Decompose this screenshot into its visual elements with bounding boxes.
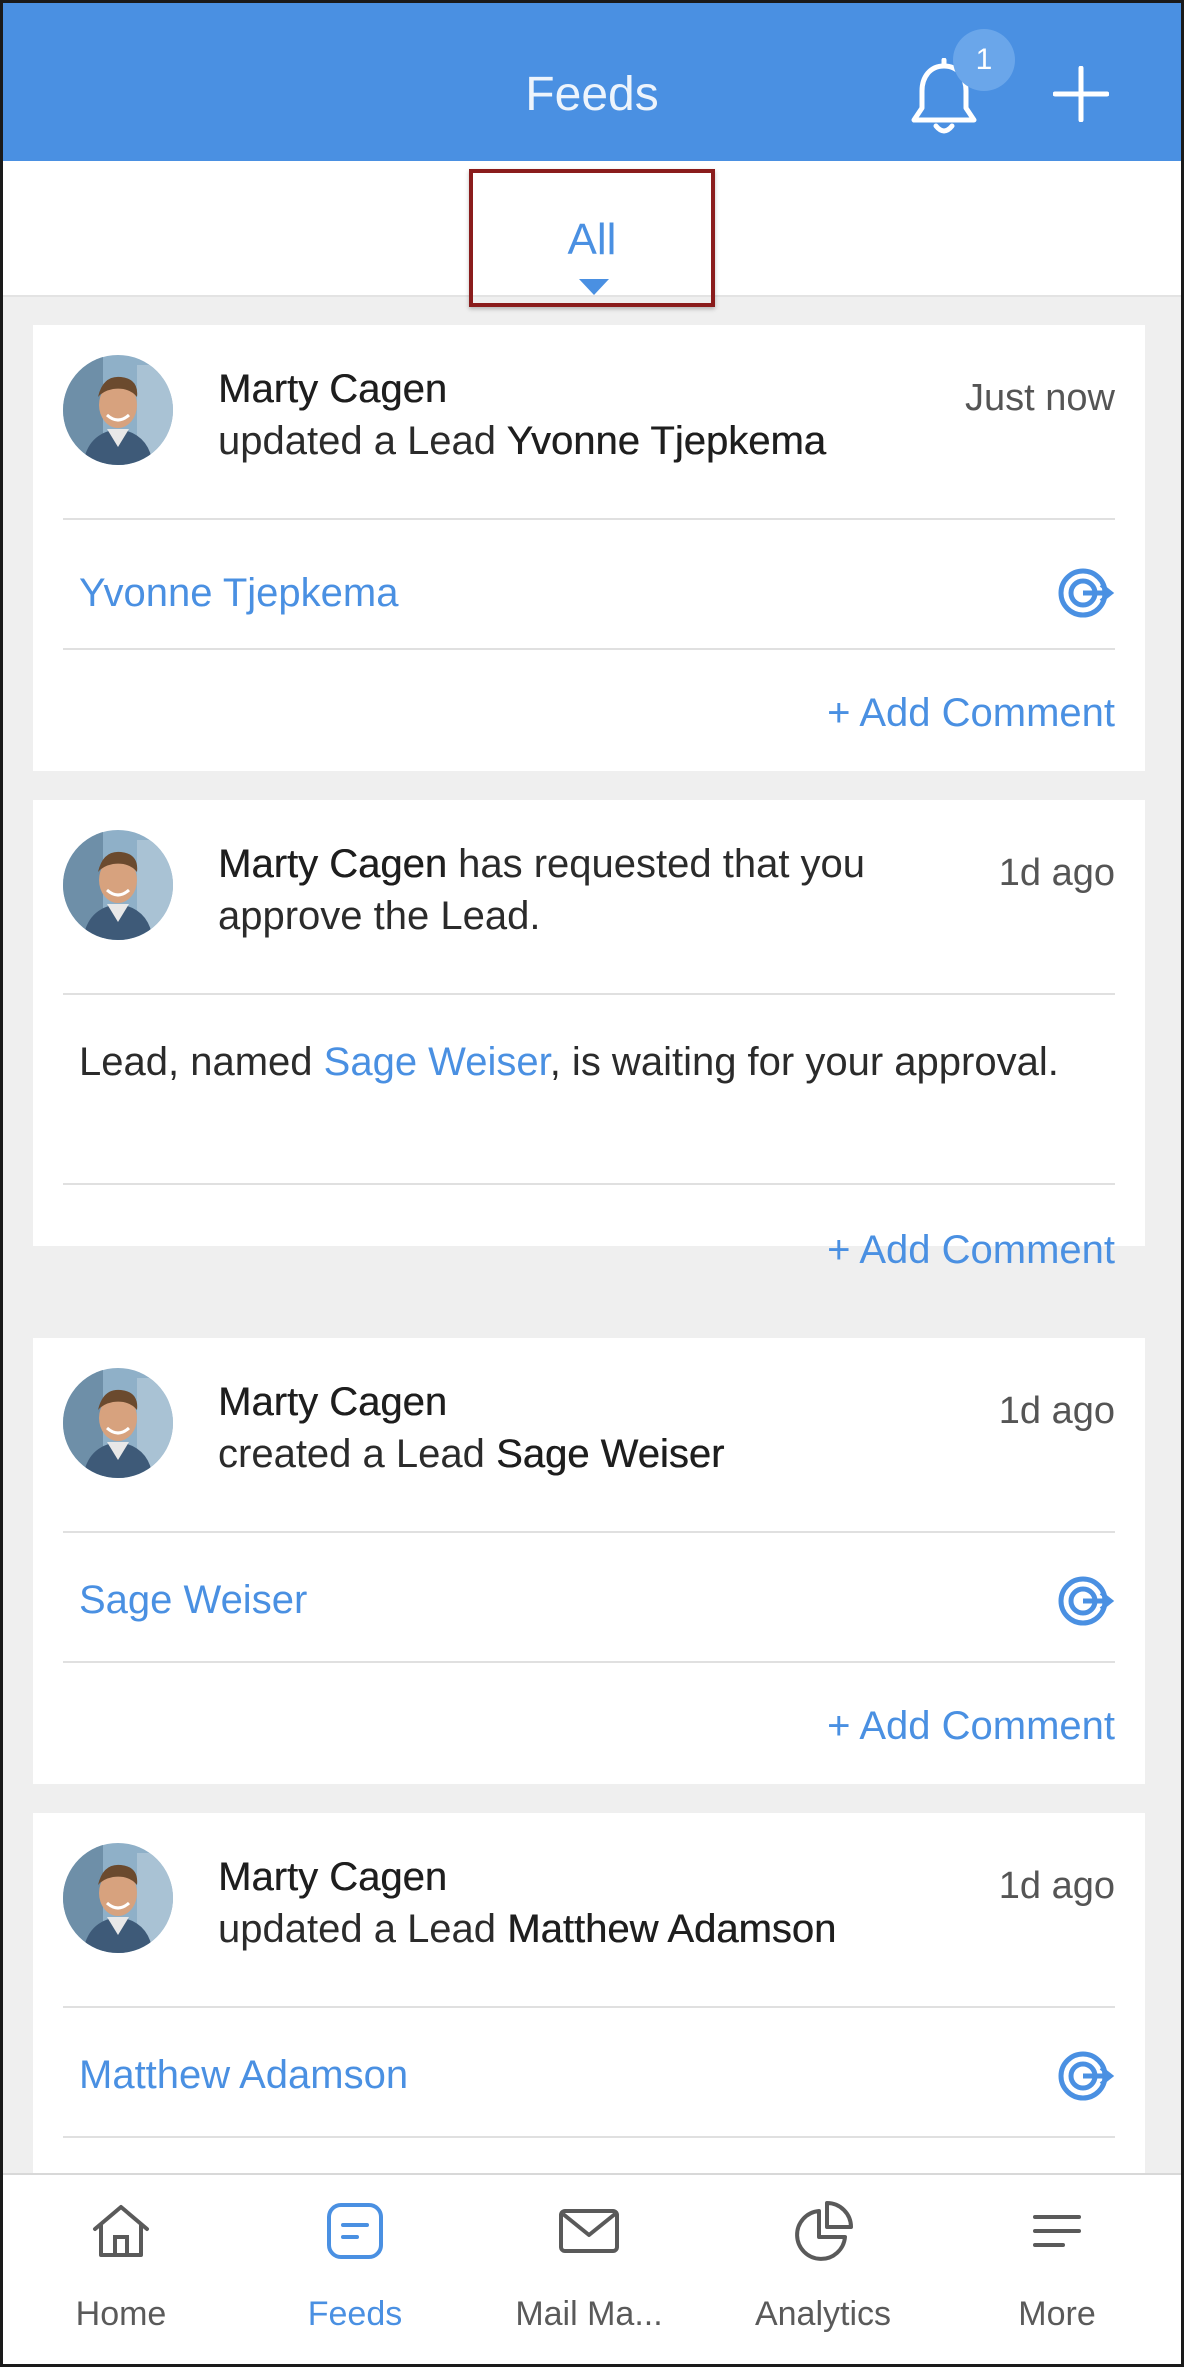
caret-down-icon: [579, 279, 609, 295]
lead-link[interactable]: Sage Weiser: [79, 1578, 307, 1623]
body-text: , is waiting for your approval.: [549, 1040, 1059, 1084]
tab-label: Feeds: [307, 2295, 403, 2333]
author-name[interactable]: Marty Cagen: [218, 1855, 447, 1899]
target-icon[interactable]: [1057, 2046, 1115, 2104]
target-name: Sage Weiser: [496, 1432, 725, 1476]
approval-message: Lead, named Sage Weiser, is waiting for …: [79, 1032, 1079, 1092]
feed-card: Marty Cagen updated a Lead Yvonne Tjepke…: [33, 325, 1145, 771]
tab-analytics[interactable]: Analytics: [705, 2175, 941, 2364]
target-name: Yvonne Tjepkema: [506, 419, 826, 463]
divider: [63, 518, 1115, 520]
author-name[interactable]: Marty Cagen: [218, 1380, 447, 1424]
filter-bar: All: [3, 161, 1181, 307]
divider: [63, 2136, 1115, 2138]
action-text: updated a Lead: [218, 1907, 508, 1951]
add-comment-button[interactable]: + Add Comment: [827, 1704, 1115, 1749]
feed-headline: Marty Cagen has requested that you appro…: [218, 838, 958, 942]
avatar[interactable]: [63, 1368, 173, 1478]
divider: [63, 2006, 1115, 2008]
divider: [63, 1531, 1115, 1533]
feed-headline: Marty Cagen updated a Lead Matthew Adams…: [218, 1851, 958, 1955]
author-name[interactable]: Marty Cagen: [218, 367, 447, 411]
tab-home[interactable]: Home: [3, 2175, 239, 2364]
divider: [63, 648, 1115, 650]
feed-headline: Marty Cagen updated a Lead Yvonne Tjepke…: [218, 363, 958, 467]
tab-label: Home: [75, 2295, 167, 2333]
notification-badge: 1: [953, 29, 1015, 91]
author-name[interactable]: Marty Cagen: [218, 842, 447, 886]
bottom-tab-bar: Home Feeds Mail Ma... Analytics More: [3, 2173, 1181, 2364]
lead-link[interactable]: Sage Weiser: [324, 1040, 550, 1084]
feed-card: Marty Cagen has requested that you appro…: [33, 800, 1145, 1272]
lead-link[interactable]: Matthew Adamson: [79, 2053, 408, 2098]
timestamp: 1d ago: [998, 852, 1115, 894]
add-comment-button[interactable]: + Add Comment: [827, 1228, 1115, 1273]
feed-card: Marty Cagen updated a Lead Matthew Adams…: [33, 1813, 1145, 2193]
feeds-icon: [327, 2203, 383, 2259]
tab-mail[interactable]: Mail Ma...: [471, 2175, 707, 2364]
tab-feeds[interactable]: Feeds: [237, 2175, 473, 2364]
timestamp: 1d ago: [998, 1865, 1115, 1907]
target-icon[interactable]: [1057, 1571, 1115, 1629]
timestamp: 1d ago: [998, 1390, 1115, 1432]
feed-card: Marty Cagen created a Lead Sage Weiser 1…: [33, 1338, 1145, 1784]
timestamp: Just now: [965, 377, 1115, 419]
tab-more[interactable]: More: [939, 2175, 1175, 2364]
app-header: Feeds 1: [3, 3, 1181, 161]
add-icon[interactable]: [1053, 66, 1109, 122]
divider: [63, 993, 1115, 995]
menu-icon: [1033, 2215, 1081, 2247]
action-text: created a Lead: [218, 1432, 496, 1476]
filter-dropdown[interactable]: All: [469, 169, 715, 307]
tab-label: Mail Ma...: [515, 2295, 663, 2333]
action-text: updated a Lead: [218, 419, 507, 463]
target-icon[interactable]: [1057, 563, 1115, 621]
filter-label: All: [567, 215, 617, 264]
avatar[interactable]: [63, 355, 173, 465]
lead-link[interactable]: Yvonne Tjepkema: [79, 571, 398, 616]
home-icon: [93, 2205, 149, 2257]
tab-label: Analytics: [754, 2295, 892, 2333]
body-text: Lead, named: [79, 1040, 324, 1084]
add-comment-button[interactable]: + Add Comment: [827, 691, 1115, 736]
tab-label: More: [1018, 2295, 1096, 2333]
avatar[interactable]: [63, 830, 173, 940]
feed-headline: Marty Cagen created a Lead Sage Weiser: [218, 1376, 958, 1480]
app-frame: Feeds 1 All Marty Cagen updated a Lead Y…: [0, 0, 1184, 2367]
analytics-icon: [795, 2201, 853, 2261]
avatar[interactable]: [63, 1843, 173, 1953]
divider: [63, 1183, 1115, 1185]
target-name: Matthew Adamson: [507, 1907, 837, 1951]
mail-icon: [559, 2209, 619, 2253]
divider: [63, 1661, 1115, 1663]
